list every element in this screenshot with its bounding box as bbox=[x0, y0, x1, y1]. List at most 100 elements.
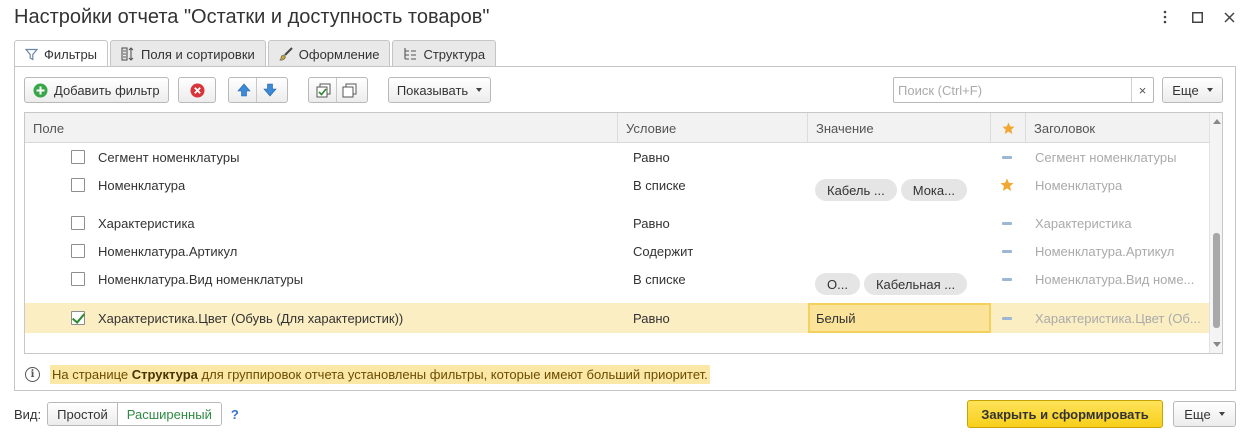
check-buttons-group bbox=[308, 77, 368, 103]
window-controls bbox=[1158, 9, 1236, 25]
delete-filter-button[interactable] bbox=[178, 77, 216, 103]
row-checkbox[interactable] bbox=[71, 216, 85, 230]
footer-more-button[interactable]: Еще bbox=[1173, 401, 1236, 427]
uncheck-all-button[interactable] bbox=[335, 78, 364, 102]
columns-sort-icon bbox=[121, 47, 134, 61]
check-all-icon bbox=[316, 83, 331, 97]
row-checkbox[interactable] bbox=[71, 150, 85, 164]
minus-icon bbox=[1002, 221, 1012, 225]
tab-label: Фильтры bbox=[44, 47, 98, 62]
scroll-up-icon[interactable] bbox=[1213, 119, 1221, 124]
table-row-selected[interactable]: Характеристика.Цвет (Обувь (Для характер… bbox=[25, 303, 1209, 333]
tab-structure[interactable]: Структура bbox=[392, 40, 497, 67]
row-checkbox[interactable] bbox=[71, 272, 85, 286]
show-dropdown-button[interactable]: Показывать bbox=[388, 77, 491, 103]
add-filter-button[interactable]: Добавить фильтр bbox=[24, 77, 169, 103]
structure-icon bbox=[404, 48, 417, 60]
more-button[interactable]: Еще bbox=[1162, 77, 1223, 103]
value-input[interactable]: Белый bbox=[808, 303, 991, 333]
scroll-thumb[interactable] bbox=[1213, 233, 1220, 328]
move-buttons-group bbox=[228, 77, 288, 103]
view-simple-button[interactable]: Простой bbox=[48, 403, 117, 425]
table-row[interactable]: Номенклатура.Артикул Содержит Номенклату… bbox=[25, 237, 1209, 265]
row-condition[interactable]: Содержит bbox=[633, 237, 693, 265]
value-pill[interactable]: Мока... bbox=[900, 179, 967, 201]
row-checkbox[interactable] bbox=[71, 178, 85, 192]
row-heading: Характеристика bbox=[1035, 215, 1132, 231]
value-pill[interactable]: Кабельная ... bbox=[863, 273, 968, 295]
row-field: Номенклатура.Артикул bbox=[98, 243, 238, 259]
table-row[interactable]: Номенклатура.Вид номенклатуры В списке О… bbox=[25, 265, 1209, 303]
table-row[interactable]: Номенклатура В списке Кабель ... Мока...… bbox=[25, 171, 1209, 209]
arrow-down-icon bbox=[262, 83, 277, 97]
info-message: i На странице Структура для группировок … bbox=[25, 365, 710, 384]
scroll-down-icon[interactable] bbox=[1213, 342, 1221, 347]
more-label: Еще bbox=[1172, 82, 1199, 98]
header-star[interactable] bbox=[991, 113, 1026, 143]
plus-circle-icon bbox=[33, 83, 48, 97]
close-and-generate-button[interactable]: Закрыть и сформировать bbox=[967, 400, 1163, 428]
row-checkbox[interactable] bbox=[71, 244, 85, 258]
row-heading: Номенклатура.Вид номе... bbox=[1035, 271, 1195, 287]
brush-icon bbox=[279, 47, 293, 61]
tab-label: Структура bbox=[423, 46, 486, 62]
tab-label: Оформление bbox=[298, 46, 380, 62]
tab-appearance[interactable]: Оформление bbox=[267, 40, 391, 67]
star-icon[interactable] bbox=[1000, 178, 1014, 192]
row-checkbox-checked[interactable] bbox=[71, 311, 85, 325]
minus-icon bbox=[1002, 155, 1012, 159]
view-mode-toggle: Простой Расширенный bbox=[47, 402, 222, 426]
row-value-list: Кабель ... Мока... bbox=[815, 177, 971, 203]
value-pill[interactable]: Кабель ... bbox=[815, 179, 897, 201]
help-link[interactable]: ? bbox=[231, 407, 239, 422]
filters-panel: Добавить фильтр Показывать × Еще bbox=[14, 66, 1236, 391]
minus-icon bbox=[1002, 316, 1012, 320]
close-icon: × bbox=[1138, 82, 1147, 98]
tab-fields-sorting[interactable]: Поля и сортировки bbox=[110, 40, 266, 67]
view-advanced-button[interactable]: Расширенный bbox=[116, 403, 221, 425]
clear-search-button[interactable]: × bbox=[1131, 78, 1153, 102]
filter-icon bbox=[25, 48, 38, 61]
search-input[interactable] bbox=[894, 78, 1131, 102]
row-condition[interactable]: Равно bbox=[633, 303, 670, 333]
row-heading: Сегмент номенклатуры bbox=[1035, 149, 1177, 165]
row-condition[interactable]: Равно bbox=[633, 209, 670, 237]
arrow-up-icon bbox=[236, 83, 251, 97]
header-value[interactable]: Значение bbox=[808, 113, 991, 143]
delete-icon bbox=[190, 83, 204, 97]
row-field: Номенклатура.Вид номенклатуры bbox=[98, 271, 304, 287]
star-icon bbox=[1002, 122, 1014, 134]
header-heading[interactable]: Заголовок bbox=[1026, 113, 1209, 143]
tab-label: Поля и сортировки bbox=[141, 46, 255, 62]
check-all-button[interactable] bbox=[309, 78, 338, 102]
row-field: Характеристика.Цвет (Обувь (Для характер… bbox=[98, 310, 404, 326]
row-condition[interactable]: Равно bbox=[633, 143, 670, 171]
row-field: Характеристика bbox=[98, 215, 195, 231]
row-field: Сегмент номенклатуры bbox=[98, 149, 240, 165]
minus-icon bbox=[1002, 249, 1012, 253]
chevron-down-icon bbox=[1206, 88, 1213, 92]
uncheck-all-icon bbox=[342, 83, 357, 97]
dialog-title: Настройки отчета "Остатки и доступность … bbox=[14, 6, 490, 28]
maximize-icon[interactable] bbox=[1190, 9, 1204, 25]
vertical-scrollbar[interactable] bbox=[1209, 113, 1222, 353]
table-row[interactable]: Характеристика Равно Характеристика bbox=[25, 209, 1209, 237]
close-icon[interactable] bbox=[1222, 9, 1236, 25]
row-condition[interactable]: В списке bbox=[633, 171, 686, 199]
more-vertical-icon[interactable] bbox=[1158, 9, 1172, 25]
header-field[interactable]: Поле bbox=[25, 113, 618, 143]
value-pill[interactable]: О... bbox=[815, 273, 860, 295]
move-down-button[interactable] bbox=[255, 78, 284, 102]
row-heading: Номенклатура.Артикул bbox=[1035, 243, 1175, 259]
more-label: Еще bbox=[1184, 406, 1211, 422]
chevron-down-icon bbox=[476, 88, 483, 92]
view-switcher: Вид: Простой Расширенный ? bbox=[14, 402, 239, 426]
header-condition[interactable]: Условие bbox=[618, 113, 808, 143]
minus-icon bbox=[1002, 277, 1012, 281]
row-condition[interactable]: В списке bbox=[633, 265, 686, 293]
table-row[interactable]: Сегмент номенклатуры Равно Сегмент номен… bbox=[25, 143, 1209, 171]
tab-filters[interactable]: Фильтры bbox=[14, 40, 109, 68]
tab-bar: Фильтры Поля и сортировки Оформление Стр… bbox=[14, 40, 498, 68]
move-up-button[interactable] bbox=[229, 78, 258, 102]
info-text: На странице Структура для группировок от… bbox=[50, 365, 710, 384]
